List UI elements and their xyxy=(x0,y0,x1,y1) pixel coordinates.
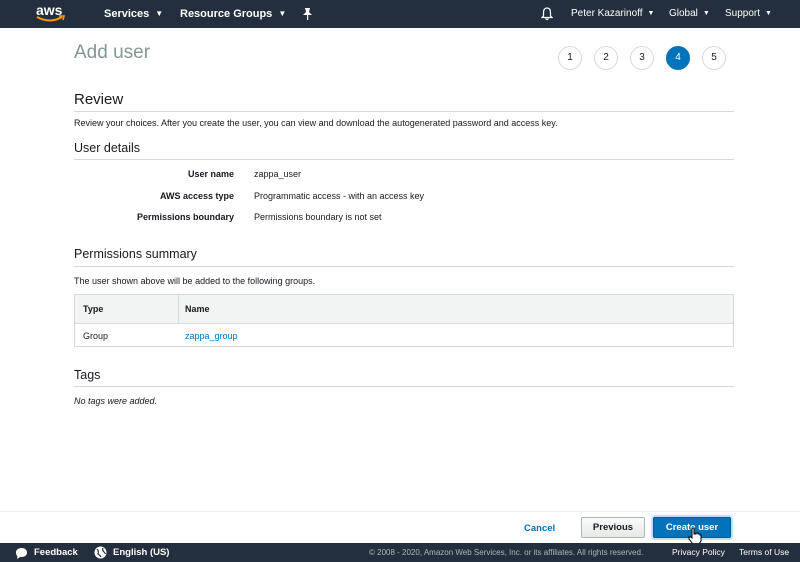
user-name-value: zappa_user xyxy=(254,169,302,179)
previous-button[interactable]: Previous xyxy=(581,517,645,538)
globe-icon xyxy=(94,546,107,559)
column-header-name[interactable]: Name xyxy=(185,295,210,323)
support-label: Support xyxy=(725,8,761,19)
tags-heading: Tags xyxy=(74,368,101,382)
pin-icon[interactable] xyxy=(302,8,313,20)
services-label: Services xyxy=(104,8,150,20)
access-type-label: AWS access type xyxy=(159,191,234,201)
divider xyxy=(74,159,734,160)
copyright-text: © 2008 - 2020, Amazon Web Services, Inc.… xyxy=(369,548,644,557)
chevron-down-icon: ▼ xyxy=(765,10,772,17)
groups-table: Type Name Group zappa_group xyxy=(74,294,734,347)
divider xyxy=(74,111,734,112)
row-type-cell: Group xyxy=(83,331,109,341)
column-divider xyxy=(178,295,179,323)
step-1[interactable]: 1 xyxy=(558,46,582,70)
support-menu[interactable]: Support ▼ xyxy=(725,0,772,28)
cancel-button[interactable]: Cancel xyxy=(524,520,555,538)
bell-icon[interactable] xyxy=(541,7,553,21)
user-details-heading: User details xyxy=(74,141,140,155)
user-name-label: User name xyxy=(187,169,234,179)
tags-empty-message: No tags were added. xyxy=(74,396,158,406)
permissions-boundary-label: Permissions boundary xyxy=(136,212,234,222)
step-5[interactable]: 5 xyxy=(702,46,726,70)
chevron-down-icon: ▼ xyxy=(278,9,287,18)
page-title: Add user xyxy=(74,42,151,63)
feedback-link[interactable]: Feedback xyxy=(34,543,78,562)
divider xyxy=(74,386,734,387)
review-description: Review your choices. After you create th… xyxy=(74,118,558,128)
table-header: Type Name xyxy=(75,295,733,324)
region-menu[interactable]: Global ▼ xyxy=(669,0,710,28)
step-4-current[interactable]: 4 xyxy=(666,46,690,70)
wizard-action-bar: Cancel Previous Create user xyxy=(0,511,800,543)
step-3[interactable]: 3 xyxy=(630,46,654,70)
review-heading: Review xyxy=(74,91,124,108)
footer-bar: Feedback English (US) © 2008 - 2020, Ama… xyxy=(0,543,800,562)
group-link[interactable]: zappa_group xyxy=(185,324,238,348)
column-header-type[interactable]: Type xyxy=(83,295,103,323)
speech-bubble-icon xyxy=(16,548,27,559)
resource-groups-menu[interactable]: Resource Groups ▼ xyxy=(180,0,286,28)
region-label: Global xyxy=(669,8,698,19)
chevron-down-icon: ▼ xyxy=(647,10,655,17)
terms-of-use-link[interactable]: Terms of Use xyxy=(739,543,789,562)
access-type-value: Programmatic access - with an access key xyxy=(254,191,425,201)
divider xyxy=(74,266,734,267)
chevron-down-icon: ▼ xyxy=(702,10,710,17)
account-user-label: Peter Kazarinoff xyxy=(571,8,643,19)
privacy-policy-link[interactable]: Privacy Policy xyxy=(672,543,725,562)
aws-logo[interactable]: aws xyxy=(36,3,68,25)
top-nav-bar: aws Services ▼ Resource Groups ▼ Peter Kaz… xyxy=(0,0,800,28)
resource-groups-label: Resource Groups xyxy=(180,8,273,20)
services-menu[interactable]: Services ▼ xyxy=(104,0,163,28)
chevron-down-icon: ▼ xyxy=(155,9,164,18)
aws-smile-icon xyxy=(36,15,66,22)
permissions-description: The user shown above will be added to th… xyxy=(74,276,316,286)
permissions-boundary-value: Permissions boundary is not set xyxy=(254,212,382,222)
account-menu[interactable]: Peter Kazarinoff ▼ xyxy=(571,0,654,28)
permissions-summary-heading: Permissions summary xyxy=(74,247,197,261)
language-selector[interactable]: English (US) xyxy=(113,543,169,562)
step-2[interactable]: 2 xyxy=(594,46,618,70)
